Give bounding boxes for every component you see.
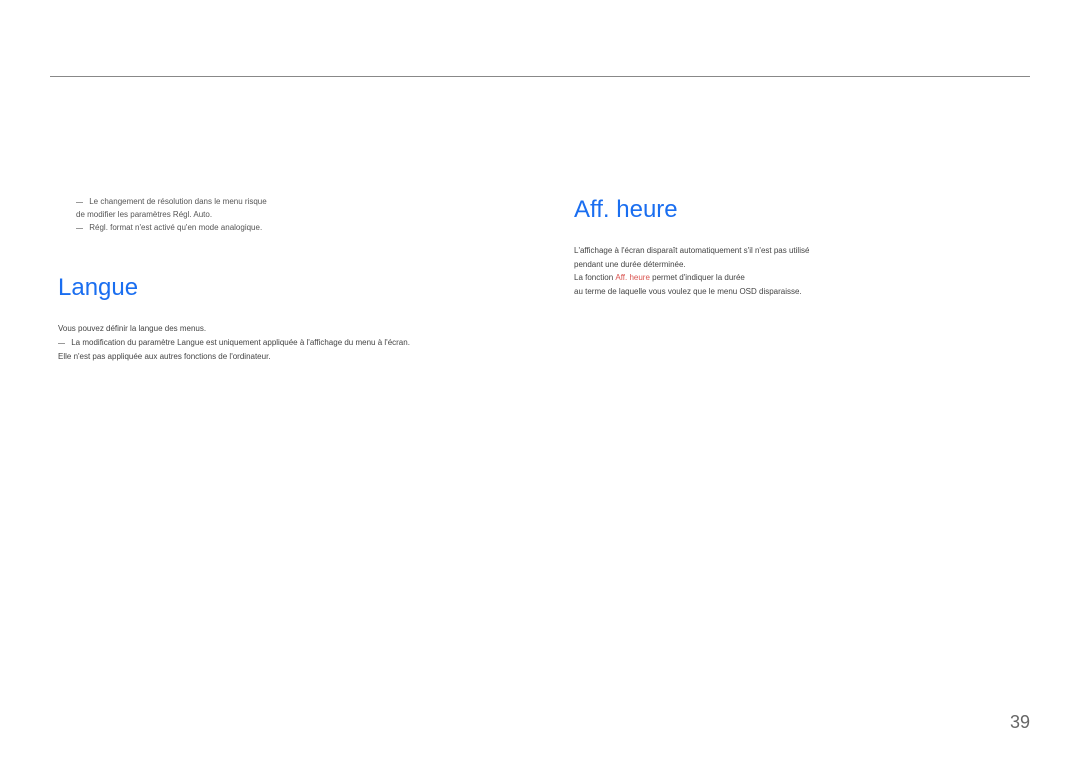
body-text-after: permet d'indiquer la durée: [650, 273, 745, 282]
body-line: pendant une durée déterminée.: [574, 258, 1030, 272]
page-number: 39: [1010, 712, 1030, 733]
top-horizontal-rule: [50, 76, 1030, 77]
body-line: au terme de laquelle vous voulez que le …: [574, 285, 1030, 299]
section-heading-langue: Langue: [58, 274, 514, 302]
body-text-before: La fonction: [574, 273, 615, 282]
note-text: de modifier les paramètres Régl. Auto.: [76, 210, 212, 219]
info-icon: ―: [58, 340, 65, 347]
left-column: ― Le changement de résolution dans le me…: [50, 196, 514, 363]
note-text: Le changement de résolution dans le menu…: [89, 197, 266, 206]
body-line: La fonction Aff. heure permet d'indiquer…: [574, 271, 1030, 285]
body-text: Vous pouvez définir la langue des menus.…: [58, 322, 514, 363]
body-text: L'affichage à l'écran disparaît automati…: [574, 244, 1030, 298]
body-text-span: La modification du paramètre Langue est …: [71, 338, 410, 347]
body-line: ― La modification du paramètre Langue es…: [58, 336, 514, 350]
note-line: de modifier les paramètres Régl. Auto.: [76, 209, 514, 222]
note-line: ― Le changement de résolution dans le me…: [76, 196, 514, 209]
two-column-layout: ― Le changement de résolution dans le me…: [50, 196, 1030, 363]
body-line: L'affichage à l'écran disparaît automati…: [574, 244, 1030, 258]
inline-accent-text: Aff. heure: [615, 273, 650, 282]
note-text: Régl. format n'est activé qu'en mode ana…: [89, 223, 262, 232]
info-icon: ―: [76, 199, 83, 206]
right-column: Aff. heure L'affichage à l'écran dispara…: [574, 196, 1030, 363]
note-block: ― Le changement de résolution dans le me…: [58, 196, 514, 234]
section-heading-aff-heure: Aff. heure: [574, 196, 1030, 224]
body-line: Vous pouvez définir la langue des menus.: [58, 322, 514, 336]
page-container: ― Le changement de résolution dans le me…: [0, 0, 1080, 763]
info-icon: ―: [76, 225, 83, 232]
body-line: Elle n'est pas appliquée aux autres fonc…: [58, 350, 514, 364]
note-line: ― Régl. format n'est activé qu'en mode a…: [76, 222, 514, 235]
